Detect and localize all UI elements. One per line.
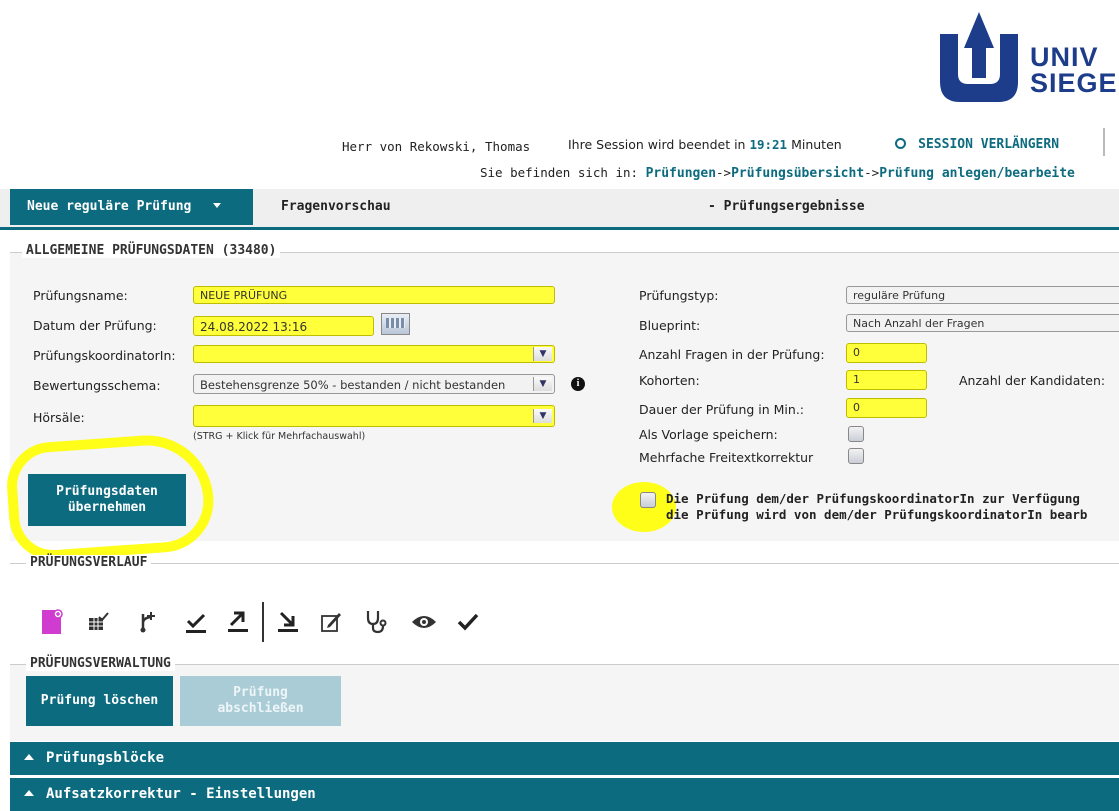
share-line-2: die Prüfung wird von dem/der Prüfungskoo… (666, 507, 1088, 522)
essay-grading-section[interactable]: Aufsatzkorrektur - Einstellungen (10, 778, 1119, 811)
breadcrumb-separator: -> (864, 165, 880, 180)
finalize-exam-button[interactable]: Prüfung abschließen (180, 676, 341, 726)
clock-icon (895, 138, 906, 149)
tab-bar: Neue reguläre Prüfung Fragenvorschau - P… (0, 189, 1119, 230)
university-logo-icon (940, 12, 1018, 102)
chevron-down-icon: ▼ (533, 409, 552, 423)
cohorts-label: Kohorten: (639, 373, 700, 388)
breadcrumb-separator: -> (716, 165, 732, 180)
eye-icon[interactable] (410, 612, 438, 632)
grading-scheme-label: Bewertungsschema: (33, 378, 161, 393)
stethoscope-icon[interactable] (364, 608, 388, 634)
cohorts-input[interactable]: 1 (846, 370, 927, 390)
exam-blocks-label: Prüfungsblöcke (46, 750, 165, 766)
exam-blocks-section[interactable]: Prüfungsblöcke (10, 742, 1119, 775)
exam-name-label: Prüfungsname: (33, 288, 128, 303)
tab-exam-results[interactable]: - Prüfungsergebnisse (708, 189, 865, 225)
exam-date-label: Datum der Prüfung: (33, 318, 157, 333)
download-line-icon[interactable] (276, 608, 300, 634)
breadcrumb-prefix: Sie befinden sich in: (480, 165, 639, 180)
multi-freetext-label: Mehrfache Freitextkorrektur (639, 450, 814, 465)
logo-line-2: SIEGE (1030, 68, 1118, 98)
lecture-halls-select[interactable]: ▼ (193, 405, 555, 427)
share-with-coordinator-text: Die Prüfung dem/der PrüfungskoordinatorI… (666, 491, 1087, 523)
edit-icon[interactable] (320, 610, 344, 634)
multi-select-hint: (STRG + Klick für Mehrfachauswahl) (193, 431, 366, 442)
candidates-label: Anzahl der Kandidaten: (959, 373, 1106, 388)
info-icon[interactable]: i (571, 377, 585, 391)
calendar-icon[interactable] (381, 313, 410, 335)
coordinator-select[interactable]: ▼ (193, 345, 555, 363)
exam-admin-panel (10, 664, 1119, 741)
upload-line-icon[interactable] (226, 608, 250, 634)
caret-down-icon (213, 203, 222, 208)
blueprint-label: Blueprint: (639, 318, 701, 333)
chevron-down-icon: ▼ (533, 377, 552, 391)
check-line-icon[interactable] (184, 610, 208, 634)
coordinator-label: PrüfungskoordinatorIn: (33, 348, 176, 363)
tab-new-exam[interactable]: Neue reguläre Prüfung (10, 189, 253, 225)
exam-date-input[interactable]: 24.08.2022 13:16 (193, 316, 374, 336)
exam-progress-panel (10, 563, 1119, 654)
breadcrumb-overview[interactable]: Prüfungsübersicht (731, 166, 864, 181)
session-timer: Ihre Session wird beendet in 19:21 Minut… (568, 137, 842, 152)
share-line-1: Die Prüfung dem/der PrüfungskoordinatorI… (666, 491, 1080, 506)
chevron-up-icon (24, 754, 34, 760)
header-divider (1103, 128, 1105, 156)
duration-input[interactable]: 0 (846, 398, 927, 418)
duration-label: Dauer der Prüfung in Min.: (639, 402, 805, 417)
new-exam-icon[interactable] (40, 608, 64, 636)
exam-progress-title: PRÜFUNGSVERLAUF (26, 555, 152, 570)
breadcrumb-exams[interactable]: Prüfungen (646, 166, 716, 181)
share-with-coordinator-checkbox[interactable] (640, 492, 656, 508)
question-count-input[interactable]: 0 (846, 343, 927, 363)
lecture-halls-label: Hörsäle: (33, 410, 85, 425)
page-header: UNIV SIEGE Herr von Rekowski, Thomas Ihr… (0, 0, 1119, 190)
tab-new-exam-label: Neue reguläre Prüfung (27, 199, 192, 214)
chevron-up-icon (24, 790, 34, 796)
breadcrumb-current: Prüfung anlegen/bearbeite (879, 166, 1075, 181)
session-extend-label: SESSION VERLÄNGERN (918, 137, 1060, 152)
university-logo-text: UNIV SIEGE (1030, 42, 1118, 98)
user-name: Herr von Rekowski, Thomas (342, 139, 531, 154)
blueprint-select[interactable]: Nach Anzahl der Fragen (846, 314, 1119, 332)
logo-line-1: UNIV (1030, 42, 1099, 72)
save-template-label: Als Vorlage speichern: (639, 427, 778, 442)
chevron-down-icon: ▼ (533, 347, 552, 361)
tab-question-preview[interactable]: Fragenvorschau (281, 189, 391, 225)
checkmark-icon[interactable] (456, 611, 480, 633)
grading-scheme-select[interactable]: Bestehensgrenze 50% - bestanden / nicht … (193, 374, 555, 394)
exam-type-label: Prüfungstyp: (639, 288, 719, 303)
apply-exam-data-button[interactable]: Prüfungsdaten übernehmen (28, 474, 186, 526)
session-time: 19:21 (749, 137, 788, 152)
save-template-checkbox[interactable] (848, 426, 864, 442)
table-check-icon[interactable] (87, 612, 109, 634)
question-count-label: Anzahl Fragen in der Prüfung: (639, 347, 825, 362)
grading-scheme-value: Bestehensgrenze 50% - bestanden / nicht … (200, 378, 506, 392)
exam-admin-title: PRÜFUNGSVERWALTUNG (26, 656, 175, 671)
exam-name-input[interactable]: NEUE PRÜFUNG (193, 286, 555, 304)
session-suffix: Minuten (791, 137, 842, 152)
general-data-title: ALLGEMEINE PRÜFUNGSDATEN (33480) (22, 243, 281, 258)
session-extend-link[interactable]: SESSION VERLÄNGERN (895, 137, 1059, 152)
branch-icon[interactable] (137, 610, 159, 634)
session-prefix: Ihre Session wird beendet in (568, 137, 746, 152)
essay-grading-label: Aufsatzkorrektur - Einstellungen (46, 786, 316, 802)
exam-type-select[interactable]: reguläre Prüfung (846, 286, 1119, 304)
toolbar-divider (262, 602, 264, 642)
breadcrumb: Sie befinden sich in: Prüfungen->Prüfung… (480, 165, 1075, 181)
multi-freetext-checkbox[interactable] (848, 448, 864, 464)
delete-exam-button[interactable]: Prüfung löschen (26, 676, 173, 726)
